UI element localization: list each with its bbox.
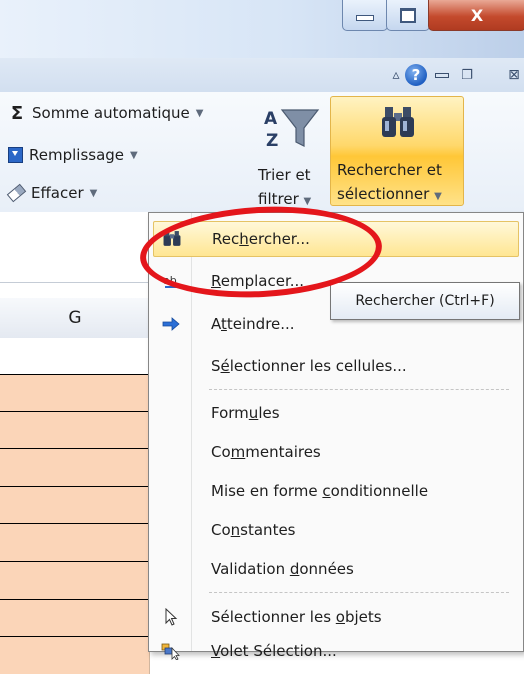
sort-filter-icon: A Z bbox=[264, 109, 320, 150]
find-select-menu: Rechercher... ab Remplacer... Atteindre.… bbox=[148, 212, 524, 660]
workbook-restore-icon[interactable]: ❐ bbox=[458, 64, 476, 86]
find-select-label-line2: sélectionner ▼ bbox=[337, 185, 442, 203]
title-bar: X bbox=[0, 0, 524, 58]
find-select-button[interactable]: Rechercher et sélectionner ▼ bbox=[330, 96, 464, 206]
workbook-close-icon[interactable]: ⊠ bbox=[504, 64, 524, 86]
menu-item-label: Rechercher... bbox=[212, 230, 310, 248]
highlighted-cells bbox=[0, 374, 150, 674]
menu-item-select-objects[interactable]: Sélectionner les objets bbox=[153, 599, 519, 635]
cell[interactable] bbox=[0, 561, 150, 600]
arrow-right-icon bbox=[153, 306, 189, 342]
svg-text:Z: Z bbox=[266, 131, 278, 150]
maximize-icon bbox=[400, 7, 416, 23]
replace-icon: ab bbox=[153, 263, 189, 299]
fill-down-icon bbox=[8, 147, 23, 163]
chevron-down-icon: ▼ bbox=[130, 149, 138, 161]
help-icon[interactable]: ? bbox=[405, 64, 427, 86]
select-objects-icon bbox=[153, 599, 189, 635]
menu-item-label: Remplacer... bbox=[211, 272, 305, 290]
column-header-g[interactable]: G bbox=[0, 298, 151, 339]
cell[interactable] bbox=[0, 637, 150, 674]
binoculars-icon bbox=[154, 221, 190, 257]
sort-filter-label-line1: Trier et bbox=[258, 166, 311, 184]
binoculars-icon bbox=[382, 107, 414, 137]
close-button[interactable]: X bbox=[428, 0, 524, 31]
minimize-icon bbox=[356, 15, 374, 21]
menu-item-constants[interactable]: Constantes bbox=[153, 512, 519, 548]
eraser-icon bbox=[6, 183, 27, 203]
sort-filter-button[interactable]: A Z Trier et filtrer ▼ bbox=[256, 96, 330, 212]
menu-item-label: Commentaires bbox=[211, 443, 321, 461]
selection-pane-icon bbox=[153, 633, 189, 669]
menu-item-conditional-formatting[interactable]: Mise en forme conditionnelle bbox=[153, 473, 519, 509]
svg-text:ab: ab bbox=[163, 274, 177, 287]
minimize-button[interactable] bbox=[342, 0, 388, 31]
collapse-ribbon-icon[interactable]: ▵ bbox=[388, 64, 404, 86]
menu-item-label: Formules bbox=[211, 404, 280, 422]
menu-item-comments[interactable]: Commentaires bbox=[153, 434, 519, 470]
autosum-button[interactable]: Σ Somme automatique ▼ bbox=[8, 100, 204, 126]
cell[interactable] bbox=[0, 338, 151, 374]
menu-item-selection-pane[interactable]: Volet Sélection... bbox=[153, 633, 519, 669]
cell[interactable] bbox=[0, 449, 150, 487]
cell[interactable] bbox=[0, 411, 150, 450]
ribbon-editing-group: Σ Somme automatique ▼ Remplissage ▼ Effa… bbox=[0, 92, 524, 212]
fill-label: Remplissage bbox=[29, 146, 125, 164]
chevron-down-icon: ▼ bbox=[89, 187, 98, 199]
menu-item-label: Constantes bbox=[211, 521, 296, 539]
menu-item-label: Volet Sélection... bbox=[211, 642, 337, 660]
menu-separator bbox=[209, 389, 509, 390]
menu-item-formulas[interactable]: Formules bbox=[153, 395, 519, 431]
menu-item-label: Sélectionner les cellules... bbox=[211, 357, 407, 375]
cell[interactable] bbox=[0, 599, 150, 638]
clear-button[interactable]: Effacer ▼ bbox=[6, 180, 98, 206]
clear-label: Effacer bbox=[31, 184, 84, 202]
svg-text:A: A bbox=[264, 109, 278, 129]
cell[interactable] bbox=[0, 524, 150, 562]
menu-item-label: Atteindre... bbox=[211, 315, 295, 333]
maximize-button[interactable] bbox=[386, 0, 430, 31]
cell[interactable] bbox=[0, 486, 150, 525]
menu-item-label: Sélectionner les objets bbox=[211, 608, 382, 626]
sort-filter-label-line2: filtrer ▼ bbox=[258, 190, 312, 208]
menu-item-select-cells[interactable]: Sélectionner les cellules... bbox=[153, 348, 519, 384]
menu-item-label: Validation données bbox=[211, 560, 354, 578]
workbook-minimize-icon[interactable] bbox=[434, 64, 450, 86]
cell[interactable] bbox=[0, 374, 150, 412]
sigma-icon: Σ bbox=[10, 102, 24, 124]
fill-button[interactable]: Remplissage ▼ bbox=[8, 142, 138, 168]
chevron-down-icon: ▼ bbox=[195, 107, 204, 119]
menu-item-label: Mise en forme conditionnelle bbox=[211, 482, 429, 500]
excel-window: X ▵ ? ❐ ⊠ Σ Somme automatique ▼ Rempliss… bbox=[0, 0, 524, 674]
find-select-label-line1: Rechercher et bbox=[337, 161, 442, 179]
find-tooltip: Rechercher (Ctrl+F) bbox=[330, 282, 520, 320]
autosum-label: Somme automatique bbox=[32, 104, 190, 122]
ribbon-controls-row: ▵ ? ❐ ⊠ bbox=[0, 58, 524, 92]
menu-item-data-validation[interactable]: Validation données bbox=[153, 551, 519, 587]
menu-item-find[interactable]: Rechercher... bbox=[153, 221, 519, 257]
menu-separator bbox=[209, 592, 509, 593]
close-icon: X bbox=[470, 5, 484, 25]
